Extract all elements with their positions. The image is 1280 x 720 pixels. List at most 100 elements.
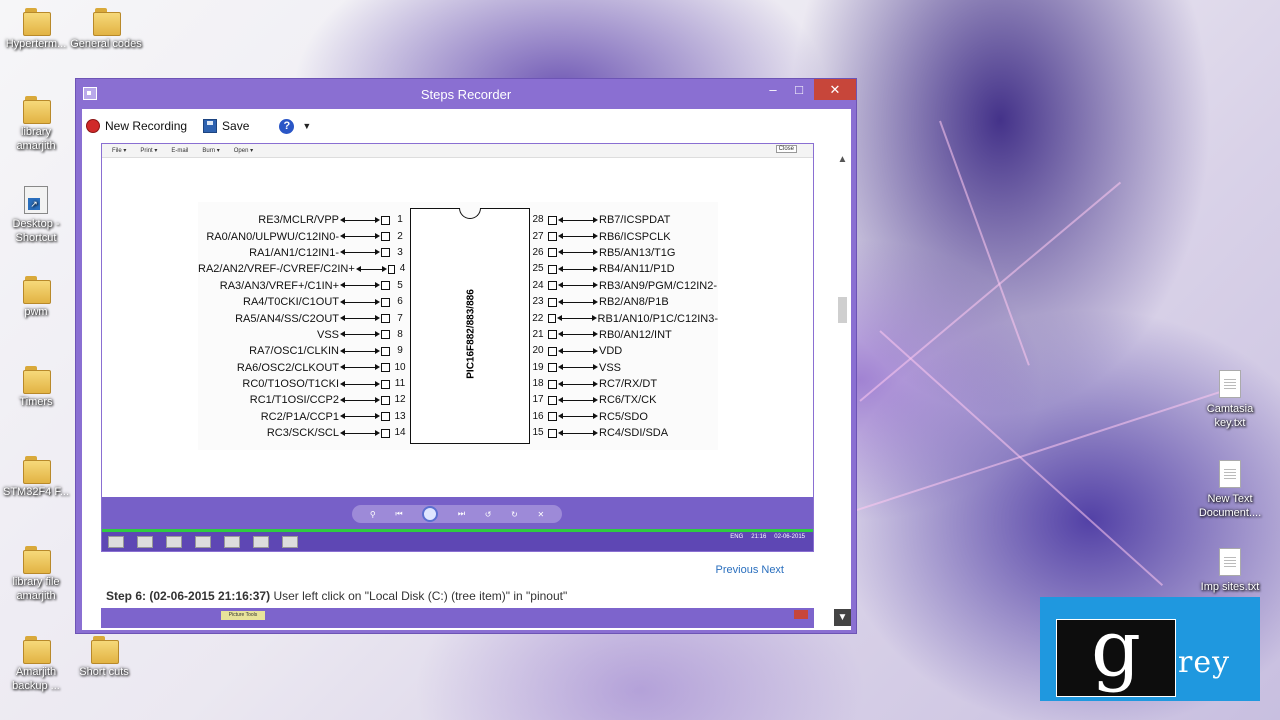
desktop-icon[interactable]: Timers (0, 366, 72, 409)
screenshot-menu-email: E-mail (171, 147, 189, 154)
pin-box (381, 232, 390, 242)
pin-number: 4 (399, 263, 406, 275)
help-button[interactable]: ? ▼ (265, 118, 311, 134)
pin-number: 2 (397, 230, 403, 242)
desktop-icon-label: Hyperterm... (5, 38, 67, 50)
pin-name: RC1/T1OSI/CCP2 (249, 394, 339, 407)
pin-name: RB6/ICSPCLK (599, 230, 671, 243)
text-file-icon (1219, 460, 1241, 488)
wallpaper-streak (939, 120, 1030, 366)
pin-row: 15 RC4/SDI/SDA (528, 425, 718, 441)
desktop-icon[interactable]: STM32F4 F... (0, 456, 72, 499)
desktop-icon[interactable]: ↗ Desktop - Shortcut (0, 186, 72, 245)
bidirectional-arrow-icon (355, 265, 387, 272)
pin-row: 28 RB7/ICSPDAT (528, 212, 718, 228)
pin-name: RC2/P1A/CCP1 (260, 410, 339, 423)
pin-number: 24 (532, 279, 544, 291)
desktop-icon[interactable]: New Text Document.... (1194, 460, 1266, 520)
pin-box (548, 232, 557, 242)
pin-box (381, 363, 390, 373)
bidirectional-arrow-icon (558, 216, 598, 223)
screenshot-menu-print: Print ▾ (140, 148, 158, 154)
desktop-icon-label: General codes (70, 38, 142, 50)
desktop-icon[interactable]: Amarjith backup ... (0, 636, 72, 693)
desktop-icon[interactable]: Imp sites.txt (1194, 548, 1266, 594)
pin-name: RB2/AN8/P1B (599, 296, 669, 309)
pin-box (381, 379, 390, 389)
bidirectional-arrow-icon (340, 347, 380, 354)
pin-number: 16 (532, 410, 544, 422)
save-button[interactable]: Save (203, 119, 249, 133)
tray-time: 21:16 (751, 534, 767, 540)
pin-box (387, 264, 396, 274)
pin-name: RC7/RX/DT (599, 378, 658, 391)
desktop-icon-label: Desktop - Shortcut (12, 218, 60, 244)
screenshot-taskbar: ENG 21:16 02-06-2015 (102, 532, 813, 551)
title-bar[interactable]: Steps Recorder – □ ✕ (76, 79, 856, 109)
pin-box (548, 297, 557, 307)
bidirectional-arrow-icon (558, 429, 598, 436)
desktop-icon-label: New Text Document.... (1198, 493, 1262, 519)
pin-box (548, 412, 557, 422)
minimize-button[interactable]: – (760, 79, 786, 100)
pin-row: 22 RB1/AN10/P1C/C12IN3- (528, 310, 718, 326)
pin-number: 21 (532, 328, 544, 340)
desktop-icon-label: Short cuts (79, 666, 129, 678)
pin-row: 21 RB0/AN12/INT (528, 327, 718, 343)
bidirectional-arrow-icon (340, 282, 380, 289)
pin-box (548, 281, 557, 291)
maximize-button[interactable]: □ (786, 79, 812, 100)
next-link[interactable]: Next (761, 564, 784, 576)
shortcut-icon: ↗ (24, 186, 48, 214)
bidirectional-arrow-icon (558, 396, 598, 403)
folder-icon (93, 8, 121, 36)
pin-row: 25 RB4/AN11/P1D (528, 261, 718, 277)
pin-number: 12 (394, 394, 406, 406)
viewer-controls: ⚲ ⏮ ⏭ ↺ ↻ ✕ (352, 505, 562, 523)
pin-number: 23 (532, 296, 544, 308)
desktop-icon[interactable]: library file amarjith (0, 546, 72, 603)
pin-name: RA1/AN1/C12IN1- (249, 246, 339, 259)
pin-box (381, 395, 390, 405)
tool-icon (166, 535, 182, 548)
scroll-down-icon[interactable]: ▼ (834, 609, 851, 626)
pin-box (548, 428, 557, 438)
step-screenshot: File ▾ Print ▾ E-mail Burn ▾ Open ▾ Clos… (101, 143, 814, 552)
pin-name: RB4/AN11/P1D (599, 263, 675, 276)
vertical-scrollbar[interactable]: ▲ ▼ (834, 143, 851, 628)
bidirectional-arrow-icon (558, 298, 598, 305)
desktop-icon[interactable]: Hyperterm... (0, 8, 72, 51)
delete-icon: ✕ (537, 509, 545, 519)
desktop-icon[interactable]: pwm (0, 276, 72, 319)
pin-number: 27 (532, 230, 544, 242)
pin-number: 5 (397, 279, 403, 291)
chip-label: PIC16F882/883/886 (451, 279, 491, 389)
desktop-icon[interactable]: Camtasia key.txt (1194, 370, 1266, 430)
pin-number: 15 (532, 427, 544, 439)
pin-name: RC4/SDI/SDA (599, 427, 669, 440)
pin-name: RC0/T1OSO/T1CKI (242, 378, 339, 391)
desktop-icon[interactable]: library amarjith (0, 96, 72, 153)
previous-link[interactable]: Previous (716, 564, 759, 576)
pin-row: RC0/T1OSO/T1CKI 11 (198, 376, 410, 392)
bidirectional-arrow-icon (340, 298, 380, 305)
chevron-down-icon[interactable]: ▼ (302, 121, 311, 131)
text-file-icon (1219, 548, 1241, 576)
pin-number: 1 (397, 214, 403, 226)
pin-name: RA4/T0CKI/C1OUT (243, 296, 339, 309)
pin-row: RA5/AN4/SS/C2OUT 7 (198, 310, 410, 326)
pin-number: 13 (394, 410, 406, 422)
folder-icon (23, 456, 51, 484)
pin-name: RA0/AN0/ULPWU/C12IN0- (206, 230, 339, 243)
window-title: Steps Recorder (420, 86, 512, 102)
close-button[interactable]: ✕ (814, 79, 856, 100)
pin-number: 14 (394, 427, 406, 439)
logo-text-rey: rey (1178, 645, 1231, 680)
desktop-icon[interactable]: Short cuts (68, 636, 140, 679)
bidirectional-arrow-icon (340, 413, 380, 420)
pin-box (548, 248, 557, 258)
desktop-icon[interactable]: General codes (70, 8, 142, 51)
scroll-up-icon[interactable]: ▲ (834, 151, 851, 168)
new-recording-button[interactable]: New Recording (86, 119, 187, 133)
scrollbar-thumb[interactable] (838, 297, 847, 323)
